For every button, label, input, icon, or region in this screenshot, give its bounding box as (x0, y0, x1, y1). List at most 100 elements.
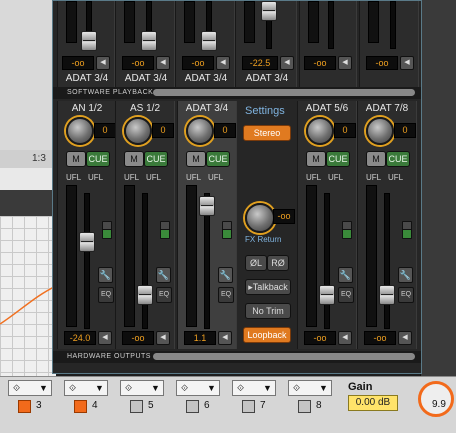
routing-dropdown[interactable]: ⟐ ▼ (288, 380, 332, 396)
horizontal-scrollbar[interactable] (153, 353, 415, 360)
pan-button[interactable]: ◀ (398, 331, 412, 345)
mute-button[interactable]: M (306, 151, 326, 167)
level-value: -oo (366, 56, 398, 70)
gain-label: Gain (348, 381, 373, 393)
cue-button[interactable]: CUE (86, 151, 110, 167)
fader-handle[interactable] (199, 196, 215, 216)
gain-field[interactable]: 0.00 dB (348, 395, 398, 411)
daw-track-area (0, 0, 56, 151)
eq-button[interactable]: EQ (98, 287, 114, 303)
pan-button[interactable]: ◀ (338, 56, 352, 70)
eq-button[interactable]: EQ (218, 287, 234, 303)
fader-handle[interactable] (79, 232, 95, 252)
fader-handle[interactable] (137, 285, 153, 305)
fx-return-knob[interactable] (245, 203, 275, 233)
mute-button[interactable]: M (124, 151, 144, 167)
pan-button[interactable]: ◀ (216, 56, 230, 70)
pan-button[interactable]: ◀ (156, 56, 170, 70)
cue-button[interactable]: CUE (206, 151, 230, 167)
pan-button[interactable]: ◀ (338, 331, 352, 345)
channel-toggle[interactable] (186, 400, 199, 413)
link-icon: ⟐ (69, 383, 77, 393)
wrench-icon[interactable]: 🔧 (218, 267, 233, 283)
eq-button[interactable]: EQ (156, 287, 172, 303)
meter-led (160, 229, 170, 239)
pan-button[interactable]: ◀ (280, 56, 294, 70)
gain-knob-value: 0 (94, 123, 116, 138)
wrench-icon[interactable]: 🔧 (338, 267, 353, 283)
level-value: -oo (182, 56, 214, 70)
ruler-label: 1:3 (32, 153, 46, 164)
channel-toggle[interactable] (130, 400, 143, 413)
mute-button[interactable]: M (66, 151, 86, 167)
cue-button[interactable]: CUE (326, 151, 350, 167)
fader-handle[interactable] (379, 285, 395, 305)
talkback-label: Talkback (252, 282, 288, 292)
wrench-icon[interactable]: 🔧 (156, 267, 171, 283)
level-value: -oo (304, 56, 336, 70)
gain-knob[interactable] (124, 117, 152, 145)
fader-handle[interactable] (261, 1, 277, 21)
top-strip: -oo ◀ ADAT 3/4 (115, 1, 175, 87)
mute-button[interactable]: M (366, 151, 386, 167)
level-value: -24.0 (64, 331, 96, 345)
fader-handle[interactable] (319, 285, 335, 305)
gain-knob[interactable] (186, 117, 214, 145)
eq-button[interactable]: EQ (398, 287, 414, 303)
routing-dropdown[interactable]: ⟐ ▼ (176, 380, 220, 396)
pan-button[interactable]: ◀ (156, 331, 170, 345)
level-meter (184, 1, 195, 43)
daw-grid (0, 216, 56, 376)
link-icon: ⟐ (13, 383, 21, 393)
wrench-icon[interactable]: 🔧 (98, 267, 113, 283)
stereo-button[interactable]: Stereo (243, 125, 291, 141)
fader-handle[interactable] (81, 31, 97, 51)
gain-knob[interactable] (306, 117, 334, 145)
automation-curve (0, 285, 56, 325)
cue-button[interactable]: CUE (144, 151, 168, 167)
wrench-icon[interactable]: 🔧 (398, 267, 413, 283)
talkback-button[interactable]: ▸Talkback (245, 279, 291, 295)
ufl-label: UFL (328, 173, 344, 182)
loopback-button[interactable]: Loopback (243, 327, 291, 343)
no-trim-button[interactable]: No Trim (245, 303, 291, 319)
channel-toggle[interactable] (18, 400, 31, 413)
channel-cell: ⟐ ▼ 6 (176, 380, 228, 424)
mute-button[interactable]: M (186, 151, 206, 167)
gain-knob-value: 0 (334, 123, 356, 138)
level-value: -oo (364, 331, 396, 345)
channel-toggle[interactable] (298, 400, 311, 413)
link-icon: ⟐ (293, 383, 301, 393)
routing-dropdown[interactable]: ⟐ ▼ (64, 380, 108, 396)
pan-button[interactable]: ◀ (218, 331, 232, 345)
level-value: -22.5 (242, 56, 278, 70)
channel-number: 4 (92, 400, 98, 411)
cue-button[interactable]: CUE (386, 151, 410, 167)
fader-handle[interactable] (201, 31, 217, 51)
phase-right-button[interactable]: RØ (267, 255, 289, 271)
fader-handle[interactable] (141, 31, 157, 51)
channel-strip: ADAT 7/8 0 M CUE UFL UFL 🔧 EQ -oo ◀ (357, 101, 417, 349)
routing-dropdown[interactable]: ⟐ ▼ (232, 380, 276, 396)
pan-button[interactable]: ◀ (96, 56, 110, 70)
mixer-strips: AN 1/2 0 M CUE UFL UFL 🔧 EQ -24.0 ◀ AS 1… (57, 101, 417, 349)
strip-name: ADAT 3/4 (184, 73, 228, 84)
pan-button[interactable]: ◀ (400, 56, 414, 70)
pan-button[interactable]: ◀ (98, 331, 112, 345)
fader-track (84, 193, 90, 329)
fader-track (384, 193, 390, 329)
eq-button[interactable]: EQ (338, 287, 354, 303)
channel-toggle[interactable] (74, 400, 87, 413)
routing-dropdown[interactable]: ⟐ ▼ (120, 380, 164, 396)
routing-dropdown[interactable]: ⟐ ▼ (8, 380, 52, 396)
ufl-label: UFL (146, 173, 162, 182)
phase-left-button[interactable]: ØL (245, 255, 267, 271)
daw-selection-bar (0, 190, 56, 216)
gain-knob[interactable] (366, 117, 394, 145)
top-strip: -oo ◀ (359, 1, 419, 87)
horizontal-scrollbar[interactable] (153, 89, 415, 96)
level-value: -oo (122, 56, 154, 70)
gain-knob[interactable] (66, 117, 94, 145)
channel-toggle[interactable] (242, 400, 255, 413)
strip-name: ADAT 3/4 (185, 103, 229, 114)
